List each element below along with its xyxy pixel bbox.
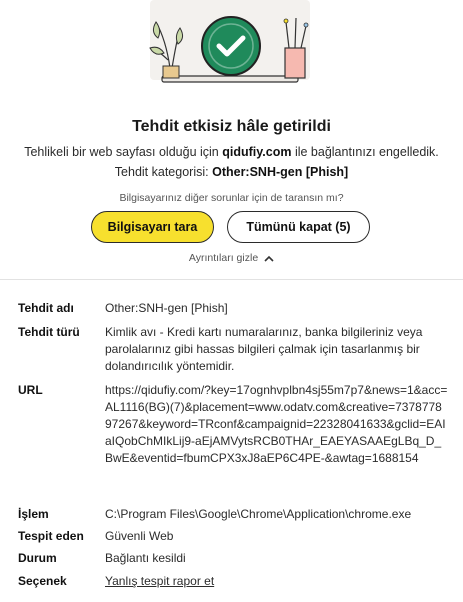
page-title: Tehdit etkisiz hâle getirildi (132, 118, 331, 135)
close-all-button[interactable]: Tümünü kapat (5) (227, 211, 370, 243)
hide-details-toggle[interactable]: Ayrıntıları gizle (0, 252, 463, 264)
chevron-up-icon (264, 255, 274, 262)
detail-key: Tehdit adı (18, 301, 74, 315)
detail-key: İşlem (18, 507, 49, 521)
blocked-message-suffix: ile bağlantınızı engelledik. (294, 145, 439, 159)
detail-key: Tespit eden (18, 529, 84, 543)
detail-key: Durum (18, 551, 57, 565)
detail-value: https://qidufiy.com/?key=17ognhvplbn4sj5… (105, 383, 448, 465)
detail-key: Seçenek (18, 574, 67, 588)
hide-details-label: Ayrıntıları gizle (188, 252, 259, 264)
blocked-message-prefix: Tehlikeli bir web sayfası olduğu için (24, 145, 219, 159)
detail-value: Kimlik avı - Kredi kartı numaralarınız, … (105, 325, 423, 373)
detail-value: Other:SNH-gen [Phish] (105, 301, 228, 315)
divider (0, 279, 463, 280)
report-false-positive-link[interactable]: Yanlış tespit rapor et (105, 574, 214, 588)
threat-category-label: Tehdit kategorisi: (114, 165, 209, 179)
detail-value: Güvenli Web (105, 529, 174, 543)
threat-category-line: Tehdit kategorisi: Other:SNH-gen [Phish] (0, 165, 463, 179)
blocked-message: Tehlikeli bir web sayfası olduğu için qi… (0, 145, 463, 159)
detail-value: Bağlantı kesildi (105, 551, 186, 565)
threat-blocked-illustration (149, 0, 310, 83)
detail-key: Tehdit türü (18, 325, 80, 339)
blocked-domain: qidufiy.com (222, 145, 292, 159)
threat-category-value: Other:SNH-gen [Phish] (212, 165, 349, 179)
detail-value: C:\Program Files\Google\Chrome\Applicati… (105, 507, 412, 521)
scan-question: Bilgisayarınız diğer sorunlar için de ta… (119, 192, 344, 204)
scan-computer-button[interactable]: Bilgisayarı tara (91, 211, 214, 243)
detail-key: URL (18, 383, 43, 397)
